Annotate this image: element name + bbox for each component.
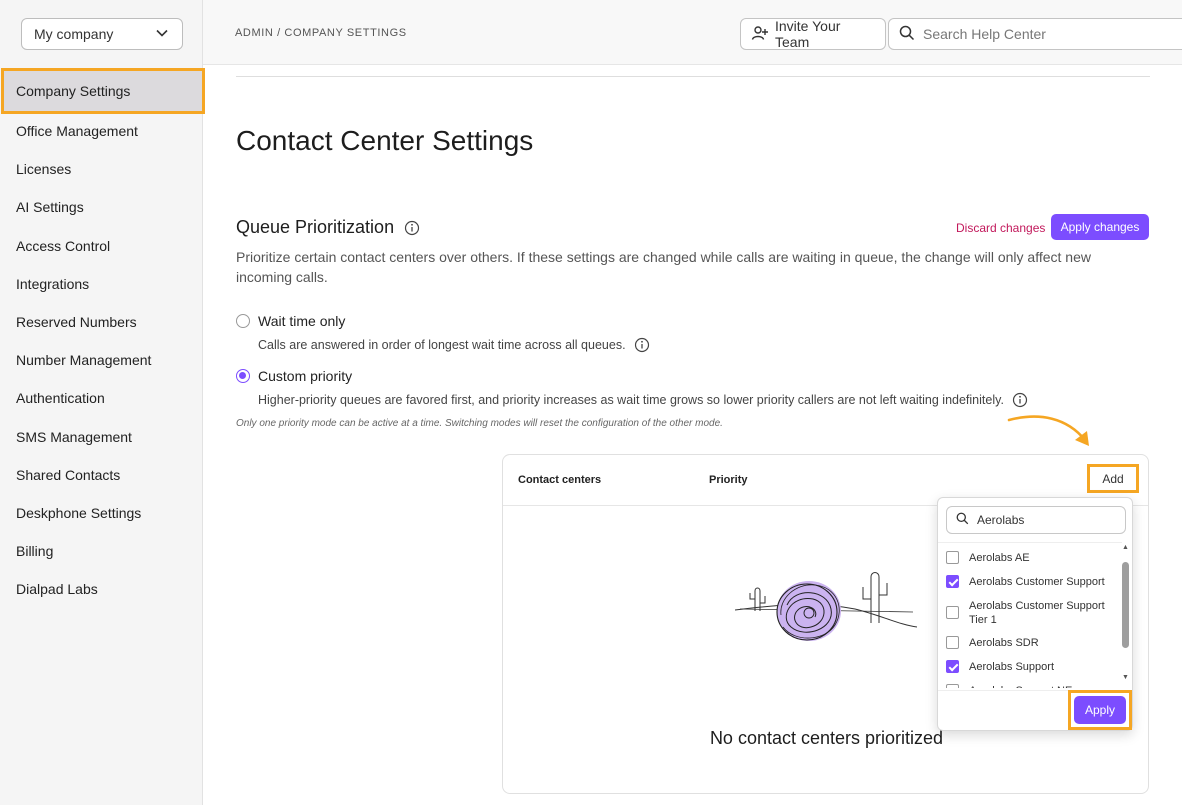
- company-select[interactable]: My company: [21, 18, 183, 50]
- breadcrumb: ADMIN / COMPANY SETTINGS: [235, 27, 407, 39]
- divider: [236, 76, 1150, 77]
- company-select-label: My company: [34, 26, 114, 42]
- checkbox[interactable]: [946, 636, 959, 649]
- priority-mode-note: Only one priority mode can be active at …: [236, 418, 723, 429]
- search-icon: [956, 512, 969, 528]
- sidebar: My company Company Settings Office Manag…: [0, 0, 205, 805]
- top-bar: ADMIN / COMPANY SETTINGS Invite Your Tea…: [203, 0, 1182, 65]
- sidebar-nav: Company Settings Office Management Licen…: [0, 68, 205, 608]
- add-button[interactable]: Add: [1087, 464, 1139, 493]
- sidebar-item-dialpad-labs[interactable]: Dialpad Labs: [0, 570, 203, 608]
- info-icon[interactable]: [634, 337, 650, 353]
- chevron-down-icon: [154, 25, 170, 44]
- sidebar-item-licenses[interactable]: Licenses: [0, 150, 203, 188]
- sidebar-item-deskphone-settings[interactable]: Deskphone Settings: [0, 494, 203, 532]
- apply-button[interactable]: Apply: [1074, 696, 1126, 724]
- picker-scrollbar[interactable]: ▲ ▼: [1121, 544, 1130, 684]
- checkbox[interactable]: [946, 684, 959, 688]
- sidebar-item-shared-contacts[interactable]: Shared Contacts: [0, 456, 203, 494]
- list-item[interactable]: Aerolabs Support: [938, 656, 1122, 680]
- radio-subtext: Calls are answered in order of longest w…: [258, 337, 650, 353]
- add-user-icon: [751, 24, 769, 45]
- apply-highlight: Apply: [1068, 690, 1132, 730]
- page-title: Contact Center Settings: [236, 125, 534, 156]
- column-header-contact-centers: Contact centers: [518, 474, 602, 486]
- radio-custom-priority[interactable]: Custom priority: [236, 368, 352, 384]
- help-search-placeholder: Search Help Center: [923, 26, 1046, 42]
- list-item[interactable]: Aerolabs Support NE: [938, 680, 1122, 688]
- invite-team-label: Invite Your Team: [775, 18, 841, 50]
- sidebar-item-ai-settings[interactable]: AI Settings: [0, 188, 203, 226]
- radio-button-checked[interactable]: [236, 369, 250, 383]
- sidebar-item-sms-management[interactable]: SMS Management: [0, 418, 203, 456]
- sidebar-item-authentication[interactable]: Authentication: [0, 379, 203, 417]
- scroll-up-icon[interactable]: ▲: [1121, 544, 1130, 552]
- column-header-priority: Priority: [709, 474, 748, 486]
- info-icon[interactable]: [1012, 392, 1028, 408]
- sidebar-item-integrations[interactable]: Integrations: [0, 265, 203, 303]
- list-item[interactable]: Aerolabs Customer Support: [938, 571, 1122, 595]
- list-item[interactable]: Aerolabs Customer Support Tier 1: [938, 595, 1122, 632]
- checkbox[interactable]: [946, 551, 959, 564]
- info-icon[interactable]: [404, 220, 420, 236]
- contact-center-picker: Aerolabs Aerolabs AE Aerolabs Customer S…: [937, 497, 1133, 731]
- checkbox-checked[interactable]: [946, 575, 959, 588]
- scroll-down-icon[interactable]: ▼: [1121, 674, 1130, 682]
- radio-subtext: Higher-priority queues are favored first…: [258, 392, 1028, 408]
- radio-wait-time-only[interactable]: Wait time only: [236, 313, 345, 329]
- list-item[interactable]: Aerolabs SDR: [938, 632, 1122, 656]
- sidebar-item-reserved-numbers[interactable]: Reserved Numbers: [0, 303, 203, 341]
- discard-changes-button[interactable]: Discard changes: [956, 221, 1045, 235]
- sidebar-item-access-control[interactable]: Access Control: [0, 227, 203, 265]
- search-icon: [899, 25, 915, 44]
- section-description: Prioritize certain contact centers over …: [236, 249, 1091, 285]
- empty-state-illustration-icon: [735, 572, 918, 641]
- radio-label: Custom priority: [258, 368, 353, 384]
- apply-changes-button[interactable]: Apply changes: [1051, 214, 1149, 240]
- section-title-text: Queue Prioritization: [236, 217, 395, 237]
- invite-team-button[interactable]: Invite Your Team: [740, 18, 886, 50]
- radio-label: Wait time only: [258, 313, 346, 329]
- sidebar-item-company-settings[interactable]: Company Settings: [1, 68, 205, 114]
- empty-state-title: No contact centers prioritized: [709, 728, 944, 748]
- picker-search-value: Aerolabs: [977, 513, 1025, 527]
- checkbox[interactable]: [946, 606, 959, 619]
- picker-search-input[interactable]: Aerolabs: [946, 506, 1126, 534]
- annotation-arrow-icon: [1007, 415, 1089, 446]
- sidebar-item-billing[interactable]: Billing: [0, 532, 203, 570]
- scroll-thumb[interactable]: [1122, 562, 1129, 648]
- picker-list: Aerolabs AE Aerolabs Customer Support Ae…: [938, 542, 1122, 688]
- checkbox-checked[interactable]: [946, 660, 959, 673]
- sidebar-item-number-management[interactable]: Number Management: [0, 341, 203, 379]
- list-item[interactable]: Aerolabs AE: [938, 547, 1122, 571]
- section-title: Queue Prioritization: [236, 217, 420, 238]
- radio-button[interactable]: [236, 314, 250, 328]
- sidebar-item-office-management[interactable]: Office Management: [0, 112, 203, 150]
- help-search-input[interactable]: Search Help Center: [888, 18, 1182, 50]
